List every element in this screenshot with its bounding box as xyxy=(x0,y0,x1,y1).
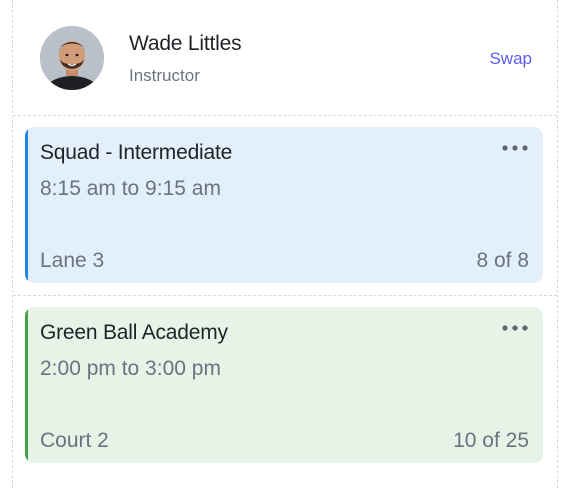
session-card[interactable]: Squad - Intermediate 8:15 am to 9:15 am … xyxy=(25,127,543,283)
divider xyxy=(13,295,557,296)
session-title: Squad - Intermediate xyxy=(40,141,233,164)
session-card[interactable]: Green Ball Academy 2:00 pm to 3:00 pm Co… xyxy=(25,307,543,463)
instructor-role: Instructor xyxy=(129,66,200,85)
session-time: 2:00 pm to 3:00 pm xyxy=(40,357,221,380)
session-title: Green Ball Academy xyxy=(40,321,228,344)
schedule-column: Wade Littles Instructor Swap Squad - Int… xyxy=(12,0,558,488)
avatar-photo xyxy=(40,26,104,90)
card-accent-bar xyxy=(25,307,28,463)
instructor-header: Wade Littles Instructor Swap xyxy=(13,0,557,116)
session-capacity: 10 of 25 xyxy=(453,429,529,452)
swap-button[interactable]: Swap xyxy=(489,49,532,69)
session-capacity: 8 of 8 xyxy=(476,249,529,272)
session-location: Lane 3 xyxy=(40,249,105,272)
more-horizontal-icon[interactable] xyxy=(501,321,529,335)
session-location: Court 2 xyxy=(40,429,109,452)
avatar xyxy=(40,26,104,90)
card-accent-bar xyxy=(25,127,28,283)
session-time: 8:15 am to 9:15 am xyxy=(40,177,221,200)
instructor-name: Wade Littles xyxy=(129,32,242,55)
more-horizontal-icon[interactable] xyxy=(501,141,529,155)
